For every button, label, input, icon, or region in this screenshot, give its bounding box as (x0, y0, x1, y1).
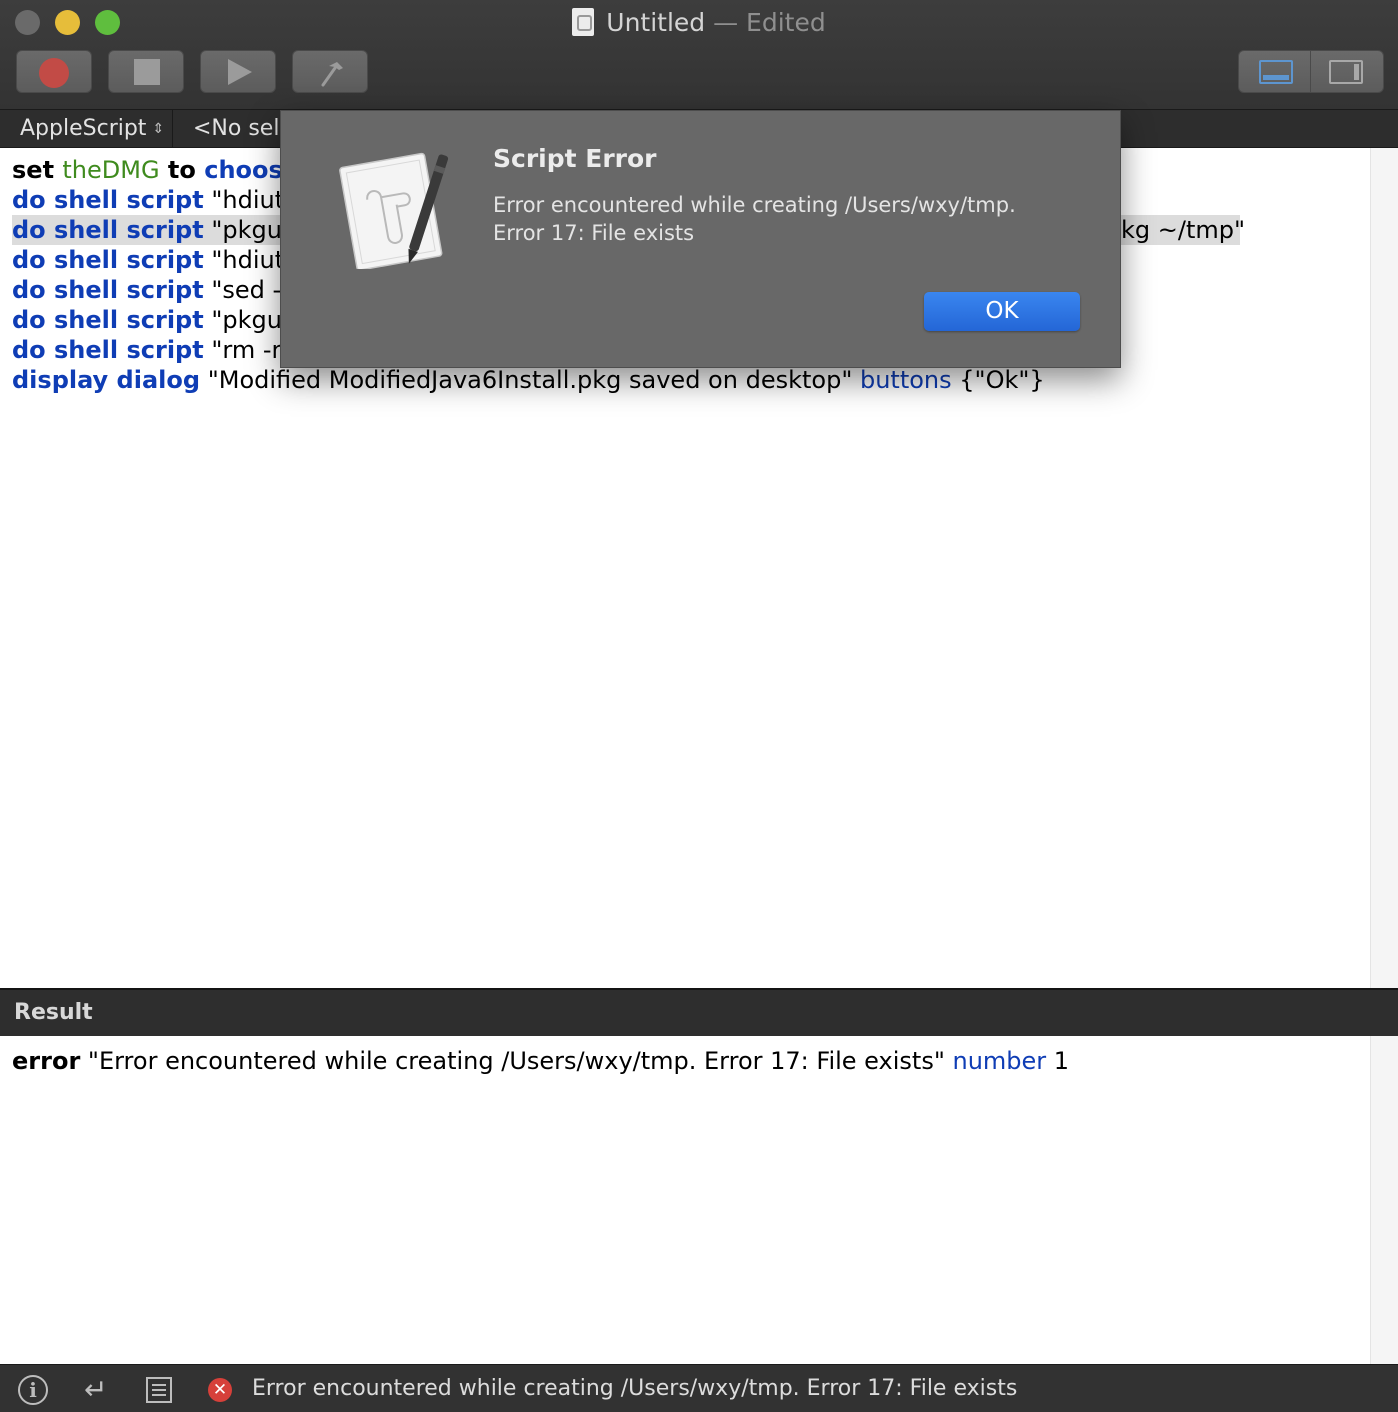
dialog-title: Script Error (493, 144, 657, 173)
code-token: "sed - (203, 276, 282, 304)
code-token: "pkgu (203, 306, 282, 334)
code-line: do shell script "pkgu (12, 305, 282, 335)
code-token: to (159, 156, 205, 184)
script-editor-app-icon (339, 152, 449, 269)
updown-chevron-icon: ⇕ (152, 121, 165, 137)
code-line-tail: kg ~/tmp" (1121, 216, 1246, 244)
edited-indicator: — Edited (713, 8, 826, 37)
window-titlebar: Untitled — Edited (0, 0, 1398, 110)
compile-button[interactable] (292, 50, 368, 93)
code-token: buttons (859, 366, 952, 394)
code-token: do shell script (12, 216, 204, 244)
status-bar: i ↵ ✕ Error encountered while creating /… (0, 1364, 1398, 1412)
code-token: "pkgu (203, 216, 282, 244)
window-title-text: Untitled (606, 8, 706, 37)
status-message: Error encountered while creating /Users/… (252, 1376, 1018, 1401)
code-line: do shell script "hdiut (12, 245, 284, 275)
run-button[interactable] (200, 50, 276, 93)
element-selection-popup[interactable]: <No sele (193, 113, 293, 145)
code-token: do shell script (12, 246, 204, 274)
dialog-message-line-2: Error 17: File exists (493, 221, 695, 245)
dialog-message: Error encountered while creating /Users/… (493, 191, 1016, 247)
result-keyword: error (12, 1047, 81, 1075)
info-icon[interactable]: i (18, 1375, 48, 1405)
code-token: "rm -r (203, 336, 282, 364)
language-label: AppleScript (20, 116, 147, 141)
result-value: 1 (1046, 1047, 1070, 1075)
play-icon (228, 59, 252, 85)
code-line: set theDMG to choos (12, 155, 283, 185)
return-icon[interactable]: ↵ (84, 1375, 107, 1405)
dialog-message-line-1: Error encountered while creating /Users/… (493, 193, 1016, 217)
language-popup[interactable]: AppleScript ⇕ (20, 113, 164, 145)
code-token: "hdiut (203, 246, 285, 274)
script-error-dialog: Script Error Error encountered while cre… (280, 110, 1121, 368)
list-icon[interactable] (146, 1377, 172, 1403)
result-title: Result (14, 1000, 93, 1025)
result-pane-header: Result (0, 988, 1398, 1036)
hammer-icon (321, 62, 343, 87)
result-scrollbar[interactable] (1370, 1036, 1398, 1364)
code-token: "Modified ModifiedJava6Install.pkg saved… (200, 366, 860, 394)
window-title: Untitled — Edited (0, 6, 1398, 40)
editor-scrollbar[interactable] (1370, 148, 1398, 988)
record-icon (39, 58, 69, 88)
code-line: do shell script "rm -r (12, 335, 281, 365)
code-line: do shell script "sed - (12, 275, 281, 305)
code-token: do shell script (12, 306, 204, 334)
result-param: number (952, 1047, 1047, 1075)
view-segmented-control (1238, 50, 1384, 93)
code-token: do shell script (12, 336, 204, 364)
code-token: choos (204, 156, 283, 184)
record-button[interactable] (16, 50, 92, 93)
error-icon: ✕ (208, 1378, 232, 1402)
ok-button[interactable]: OK (924, 292, 1080, 331)
result-message: "Error encountered while creating /Users… (80, 1047, 953, 1075)
code-token: {"Ok"} (951, 366, 1045, 394)
code-token: "hdiut (203, 186, 285, 214)
code-line: display dialog "Modified ModifiedJava6In… (12, 365, 1045, 395)
code-token: do shell script (12, 186, 204, 214)
side-pane-view-icon[interactable] (1329, 60, 1363, 84)
code-line: do shell script "hdiut (12, 185, 284, 215)
bottom-pane-view-icon[interactable] (1259, 60, 1293, 84)
navbar-divider (172, 110, 173, 148)
script-document-icon (572, 8, 595, 36)
result-pane[interactable]: error "Error encountered while creating … (0, 1036, 1370, 1364)
segment-divider (1310, 51, 1311, 92)
result-text: error "Error encountered while creating … (12, 1046, 1069, 1076)
code-token: display dialog (12, 366, 201, 394)
code-token: theDMG (62, 156, 160, 184)
code-token: set (12, 156, 63, 184)
stop-button[interactable] (108, 50, 184, 93)
stop-icon (134, 59, 160, 85)
code-token: do shell script (12, 276, 204, 304)
